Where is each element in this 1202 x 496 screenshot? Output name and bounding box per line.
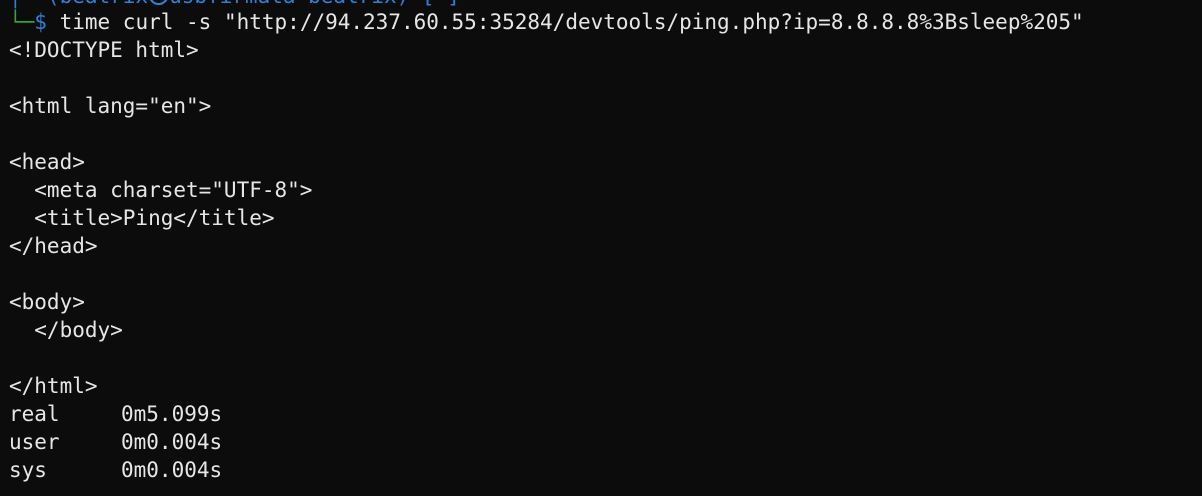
prompt-dollar: $ [34, 10, 47, 34]
timing-real: real 0m5.099s [9, 400, 222, 428]
command-text: time curl -s "http://94.237.60.55:35284/… [46, 10, 1084, 34]
timing-value: 0m0.004s [121, 458, 223, 482]
timing-label: user [9, 430, 60, 454]
prompt-corner: └─ [9, 10, 35, 34]
output-line: <meta charset="UTF-8"> [9, 178, 313, 202]
output-line: </html> [9, 374, 98, 398]
output-line: <head> [9, 150, 85, 174]
timing-value: 0m5.099s [121, 402, 223, 426]
timing-label: sys [9, 458, 47, 482]
output-line: <title>Ping</title> [9, 206, 275, 230]
terminal-window[interactable]: ┌──(beatrix㉿usbfirmata-beatrix)-[~] └─$ … [0, 0, 1202, 496]
output-line: <html lang="en"> [9, 94, 212, 118]
timing-sys: sys 0m0.004s [9, 456, 222, 484]
command-line: └─$ time curl -s "http://94.237.60.55:35… [9, 8, 1084, 36]
output-line: <body> [9, 290, 85, 314]
output-line: <!DOCTYPE html> [9, 38, 199, 62]
timing-label: real [9, 402, 60, 426]
output-line: </head> [9, 234, 98, 258]
timing-user: user 0m0.004s [9, 428, 222, 456]
output-line: </body> [9, 318, 123, 342]
timing-value: 0m0.004s [121, 430, 223, 454]
